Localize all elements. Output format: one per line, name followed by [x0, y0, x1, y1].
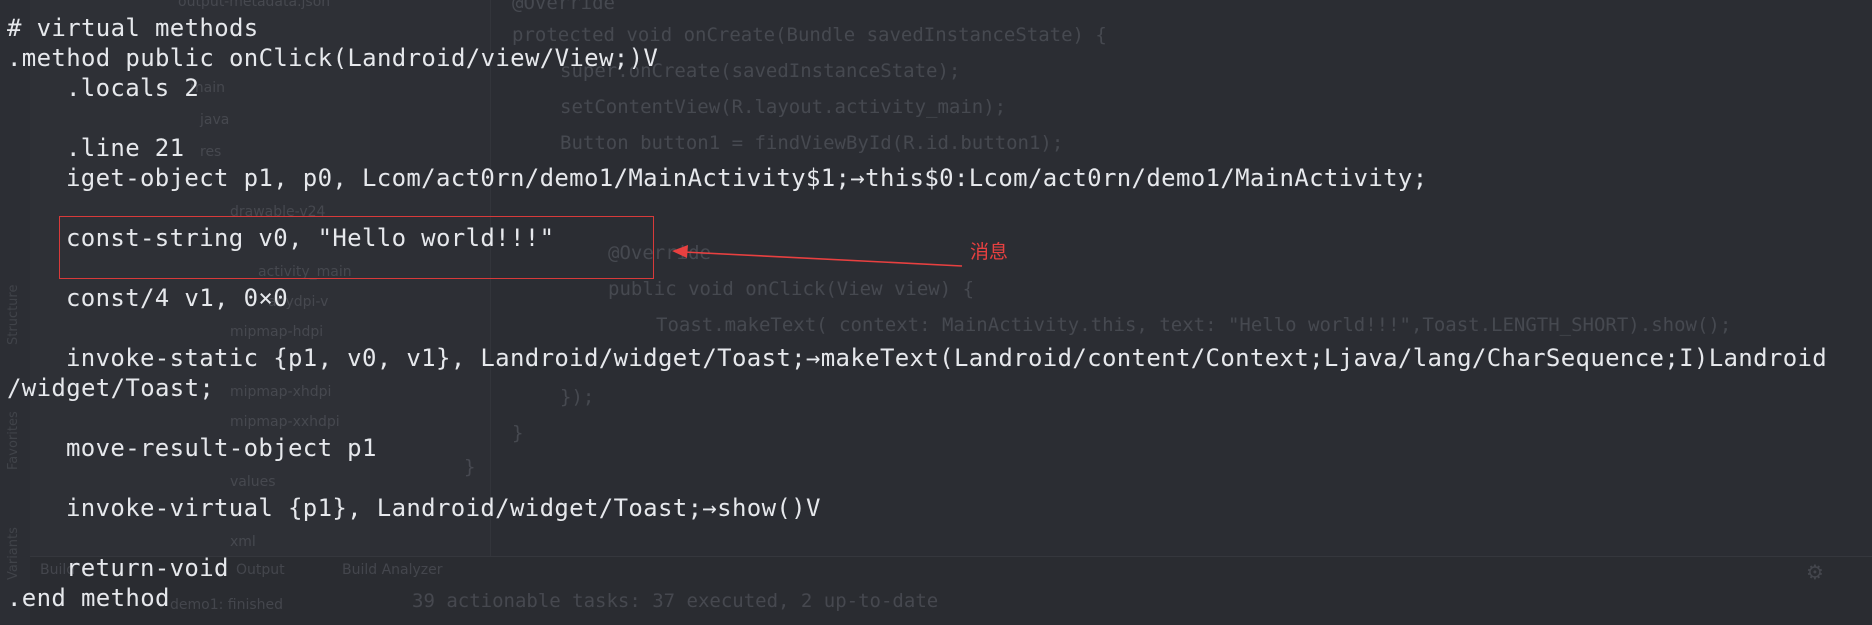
annotation-label: 消息: [970, 241, 1009, 263]
annotation-arrow: [672, 245, 963, 267]
